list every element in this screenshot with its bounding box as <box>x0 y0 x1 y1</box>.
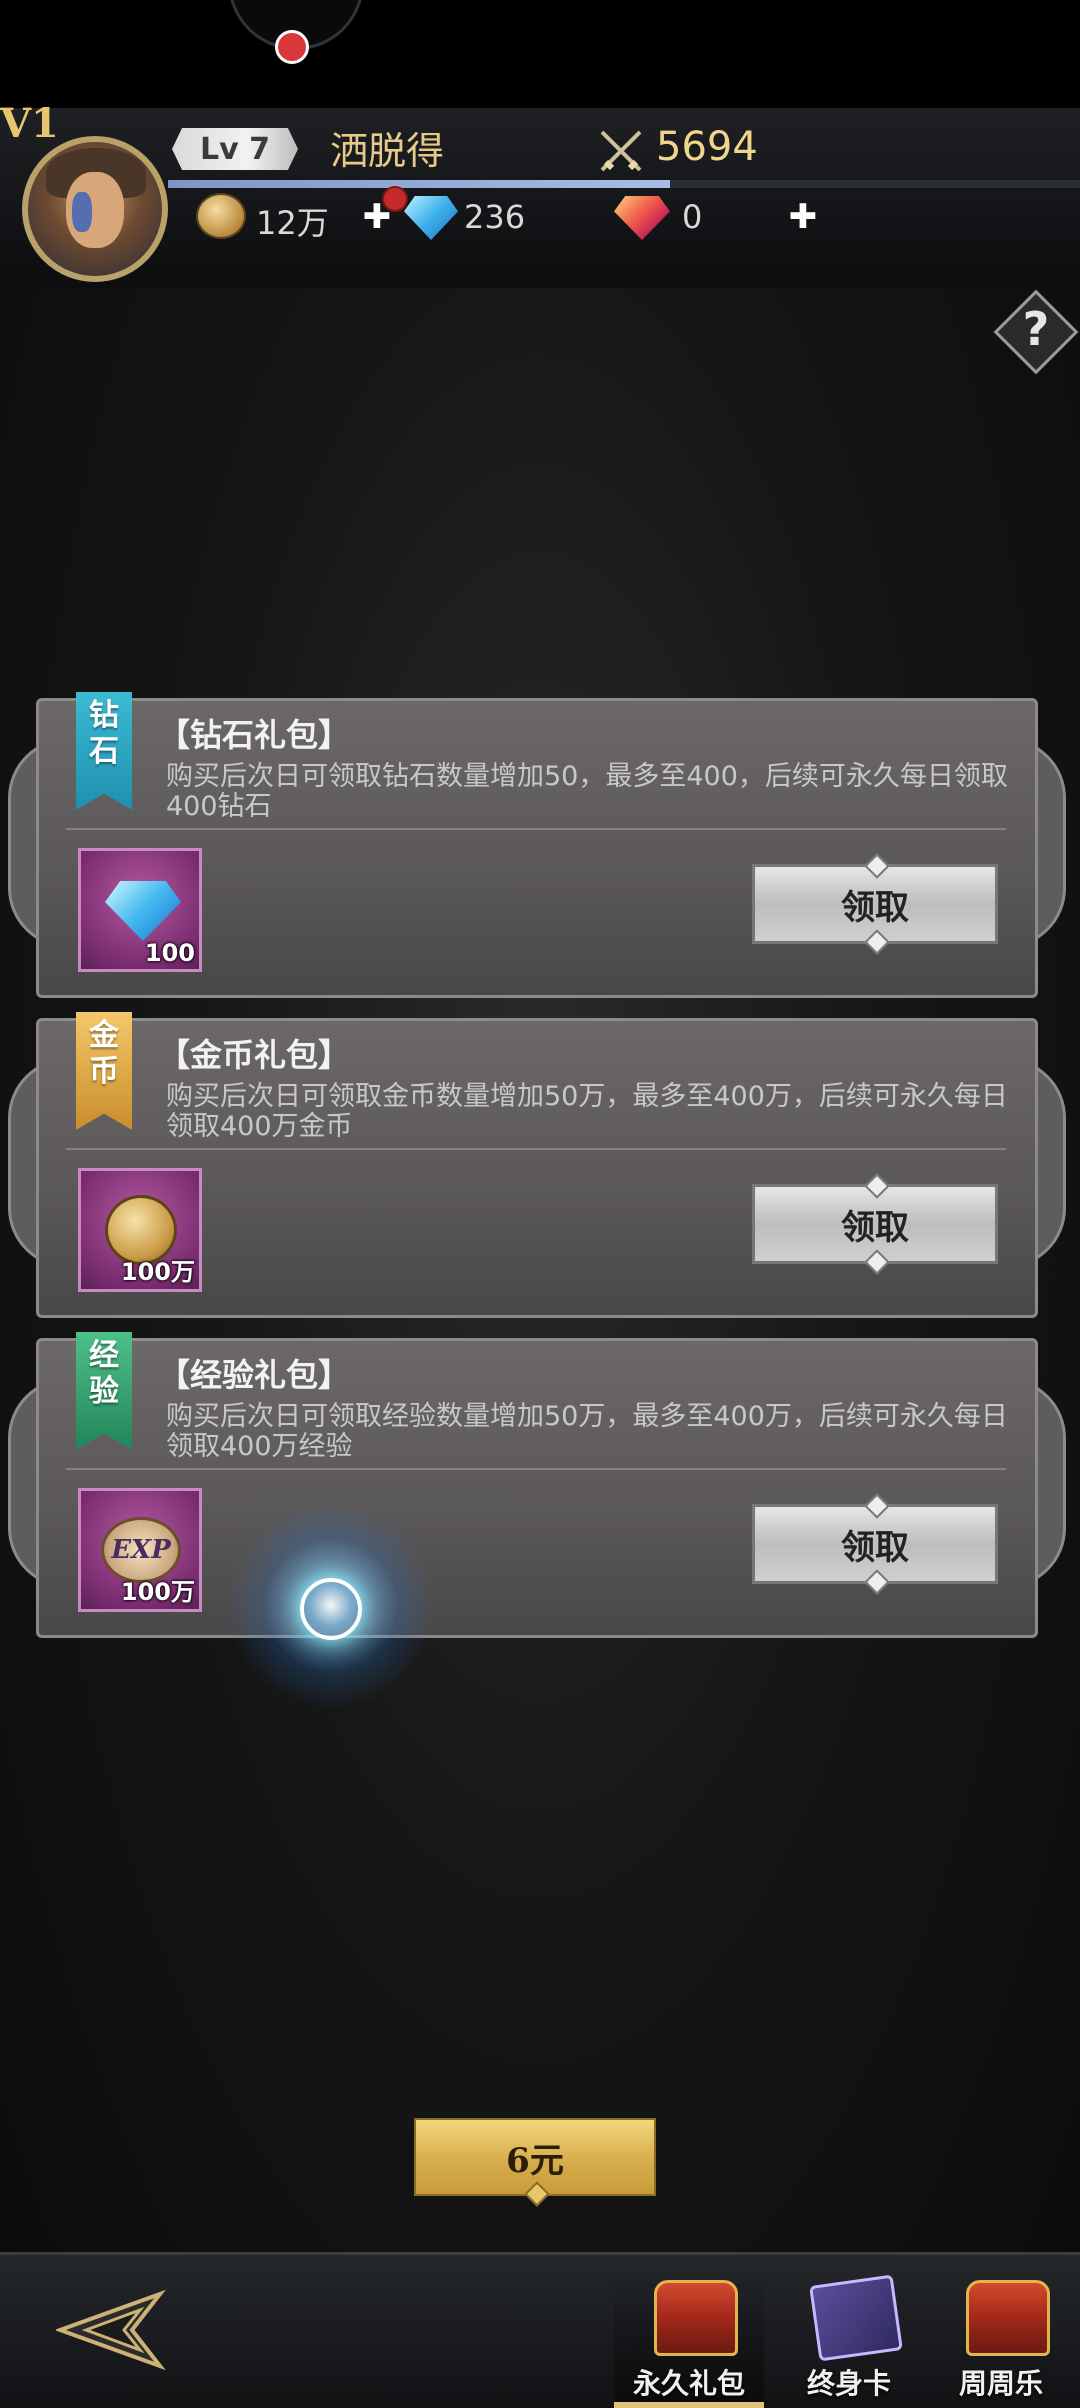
diamond-value: 236 <box>464 198 526 236</box>
diamond-notification-dot <box>382 186 408 212</box>
divider <box>66 1148 1006 1150</box>
add-ruby-plus-icon[interactable]: ✚ <box>786 200 820 234</box>
reward-quantity: 100 <box>144 939 195 967</box>
pack-title: 【经验礼包】 <box>158 1356 351 1394</box>
reward-quantity: 100万 <box>120 1258 195 1286</box>
treasure-chest-icon <box>966 2280 1050 2356</box>
ribbon-text: 钻石 <box>89 698 119 769</box>
card-icon <box>809 2274 903 2362</box>
tab-label: 终身卡 <box>806 2367 891 2400</box>
pack-ribbon: 钻石 <box>76 692 132 810</box>
active-tab-indicator <box>614 2402 764 2408</box>
player-name: 洒脱得 <box>330 129 445 173</box>
help-button[interactable]: ? <box>993 289 1079 375</box>
pack-description: 购买后次日可领取金币数量增加50万，最多至400万，后续可永久每日领取400万金… <box>166 1081 1008 1142</box>
divider <box>66 1468 1006 1470</box>
sparkle-ring <box>300 1578 362 1640</box>
coin-icon <box>196 193 246 239</box>
reward-item-slot[interactable]: 100 <box>78 848 202 972</box>
tab-label: 周周乐 <box>958 2367 1043 2400</box>
pack-ribbon: 经验 <box>76 1332 132 1450</box>
ribbon-text: 金币 <box>89 1018 119 1089</box>
crossed-swords-icon <box>600 130 642 172</box>
claim-button[interactable]: 领取 <box>752 1504 998 1584</box>
pack-card-exp: 经验 【经验礼包】 购买后次日可领取经验数量增加50万，最多至400万，后续可永… <box>8 1332 1066 1638</box>
notification-dot <box>275 30 309 64</box>
level-badge: Lv 7 <box>172 128 298 170</box>
back-arrow-icon[interactable] <box>56 2290 176 2370</box>
pack-title: 【金币礼包】 <box>158 1036 351 1074</box>
treasure-chest-icon <box>654 2280 738 2356</box>
purchase-price-button[interactable]: 6元 <box>414 2118 656 2196</box>
pack-description: 购买后次日可领取钻石数量增加50，最多至400，后续可永久每日领取400钻石 <box>166 761 1008 822</box>
combat-power-value: 5694 <box>656 124 758 170</box>
avatar[interactable] <box>22 136 168 282</box>
tab-permanent-pack[interactable]: 永久礼包 <box>614 2270 764 2408</box>
coin-value: 12万 <box>256 204 329 242</box>
vip-label[interactable]: V1 <box>0 100 59 147</box>
pack-ribbon: 金币 <box>76 1012 132 1130</box>
top-bar-background <box>0 0 1080 110</box>
tab-label: 永久礼包 <box>632 2367 745 2400</box>
claim-button[interactable]: 领取 <box>752 1184 998 1264</box>
exp-bar <box>168 180 1080 188</box>
reward-item-slot[interactable]: 100万 <box>78 1168 202 1292</box>
exp-bar-fill <box>168 180 670 188</box>
reward-quantity: 100万 <box>120 1578 195 1606</box>
ribbon-text: 经验 <box>89 1338 119 1409</box>
tab-lifetime-card[interactable]: 终身卡 <box>774 2270 924 2408</box>
ruby-value: 0 <box>682 198 703 236</box>
diamond-icon <box>105 881 181 941</box>
pack-card-diamond: 钻石 【钻石礼包】 购买后次日可领取钻石数量增加50，最多至400，后续可永久每… <box>8 692 1066 998</box>
reward-item-slot[interactable]: EXP 100万 <box>78 1488 202 1612</box>
divider <box>66 828 1006 830</box>
avatar-warpaint <box>72 192 92 232</box>
tab-weekly-fun[interactable]: 周周乐 <box>926 2270 1076 2408</box>
pack-description: 购买后次日可领取经验数量增加50万，最多至400万，后续可永久每日领取400万经… <box>166 1401 1008 1462</box>
pack-card-coin: 金币 【金币礼包】 购买后次日可领取金币数量增加50万，最多至400万，后续可永… <box>8 1012 1066 1318</box>
claim-button[interactable]: 领取 <box>752 864 998 944</box>
pack-title: 【钻石礼包】 <box>158 716 351 754</box>
help-question-icon: ? <box>1022 302 1050 356</box>
